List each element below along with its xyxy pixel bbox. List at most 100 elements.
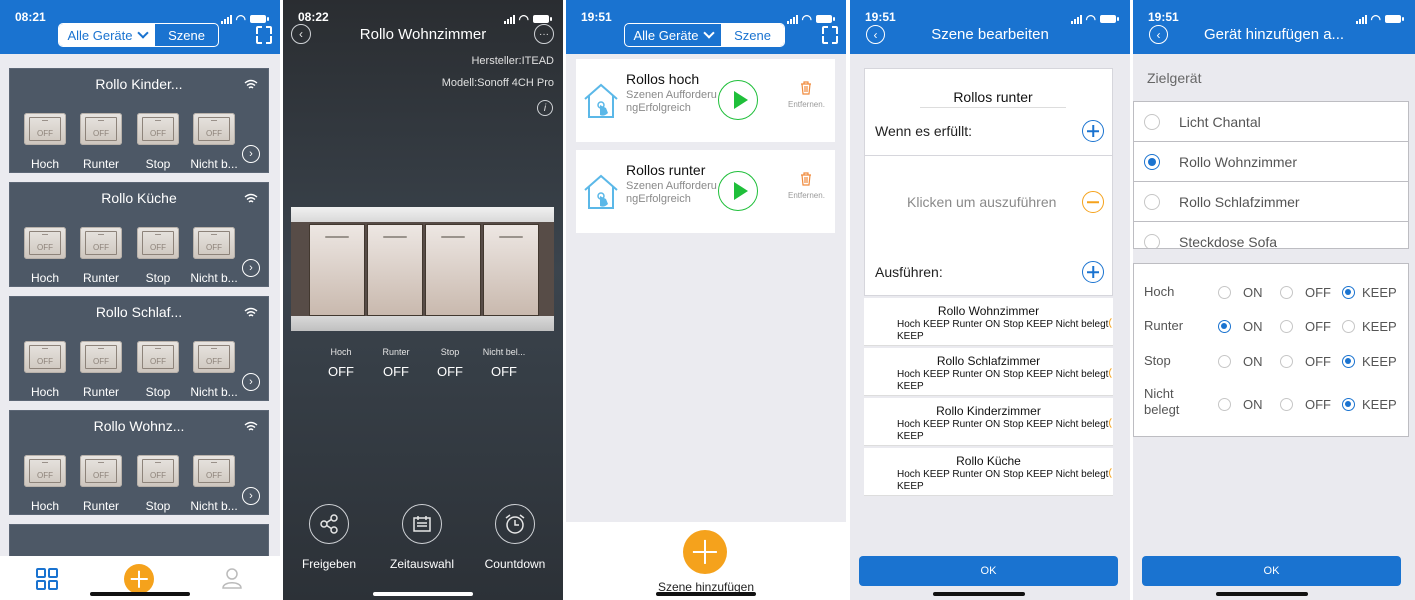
option-radio[interactable] [1342, 398, 1355, 411]
device-option[interactable]: Steckdose Sofa [1134, 222, 1408, 249]
option-label: OFF [1305, 397, 1331, 412]
action-row[interactable]: Rollo Kinderzimmer Hoch KEEP Runter ON S… [864, 398, 1113, 446]
more-button[interactable]: ··· [534, 24, 554, 44]
channel-switch[interactable]: OFF [137, 227, 179, 259]
switch-key-4[interactable] [483, 224, 539, 316]
channel-switch[interactable]: OFF [193, 455, 235, 487]
remove-action-icon[interactable] [1109, 416, 1123, 430]
device-option[interactable]: Licht Chantal [1134, 102, 1408, 142]
ok-button[interactable]: OK [1142, 556, 1401, 586]
channel-switch[interactable]: OFF [80, 227, 122, 259]
add-action-button[interactable] [1082, 261, 1104, 283]
tab-all-devices[interactable]: Alle Geräte [59, 24, 155, 46]
remove-action-icon[interactable] [1109, 466, 1123, 480]
chevron-right-icon[interactable]: › [242, 373, 260, 391]
radio-button[interactable] [1144, 154, 1160, 170]
channel-label: Nicht b... [190, 385, 238, 399]
scan-icon[interactable] [254, 24, 274, 46]
switch-key-3[interactable] [425, 224, 481, 316]
switch-state: OFF [85, 345, 117, 369]
channel-switch[interactable]: OFF [193, 227, 235, 259]
tab-scenes[interactable]: Szene [155, 24, 218, 46]
tab-all-devices[interactable]: Alle Geräte [625, 24, 721, 46]
device-card[interactable]: Rollo Kinder... OFF Hoch OFF Runter OFF St… [9, 68, 269, 173]
scene-name-input[interactable]: Rollos runter [920, 89, 1066, 108]
device-card[interactable]: Rollo Küche OFF Hoch OFF Runter OFF Stop OF… [9, 182, 269, 287]
device-card[interactable]: Rollo Schlaf... OFF Hoch OFF Runter OFF St… [9, 296, 269, 401]
chevron-right-icon[interactable]: › [242, 487, 260, 505]
battery-icon [533, 15, 552, 23]
share-icon [320, 514, 338, 534]
profile-icon[interactable] [221, 567, 243, 589]
channel-switch[interactable]: OFF [80, 113, 122, 145]
remove-scene-button[interactable]: Entfernen. [788, 99, 828, 110]
action-row[interactable]: Rollo Küche Hoch KEEP Runter ON Stop KEE… [864, 448, 1113, 496]
option-label: ON [1243, 285, 1263, 300]
option-radio[interactable] [1280, 355, 1293, 368]
channel-switch[interactable]: OFF [137, 341, 179, 373]
channel-switch[interactable]: OFF [193, 113, 235, 145]
channel-switch[interactable]: OFF [24, 113, 66, 145]
remove-action-icon[interactable] [1109, 366, 1123, 380]
option-radio[interactable] [1280, 320, 1293, 333]
switch-key-1[interactable] [309, 224, 365, 316]
scene-card[interactable]: Rollos hoch Szenen AufforderungErfolgrei… [576, 59, 835, 142]
channel-switch[interactable]: OFF [24, 341, 66, 373]
channel-label: Hoch [330, 347, 352, 357]
device-option[interactable]: Rollo Schlafzimmer [1134, 182, 1408, 222]
action-row[interactable]: Rollo Schlafzimmer Hoch KEEP Runter ON S… [864, 348, 1113, 396]
channel-switch[interactable]: OFF [80, 341, 122, 373]
radio-button[interactable] [1144, 114, 1160, 130]
device-card[interactable]: Rollo Wohnz... OFF Hoch OFF Runter OFF Sto… [9, 410, 269, 515]
run-scene-button[interactable] [718, 171, 758, 211]
action-row[interactable]: Rollo Wohnzimmer Hoch KEEP Runter ON Sto… [864, 298, 1113, 346]
remove-condition-button[interactable] [1082, 191, 1104, 213]
ok-button[interactable]: OK [859, 556, 1118, 586]
add-condition-button[interactable] [1082, 120, 1104, 142]
option-radio[interactable] [1218, 398, 1231, 411]
condition-label: Wenn es erfüllt: [875, 123, 973, 139]
channel-switch[interactable]: OFF [193, 341, 235, 373]
device-title: Rollo Wohnzimmer [359, 26, 487, 43]
devices-grid-icon[interactable] [36, 568, 58, 590]
device-option-name: Steckdose Sofa [1179, 234, 1278, 249]
option-radio[interactable] [1218, 320, 1231, 333]
channel-switch[interactable]: OFF [24, 227, 66, 259]
chevron-right-icon[interactable]: › [242, 259, 260, 277]
scene-card[interactable]: Rollos runter Szenen AufforderungErfolgr… [576, 150, 835, 233]
condition-value[interactable]: Klicken um auszuführen [907, 194, 1056, 210]
wifi-icon: ◠ [1085, 12, 1096, 26]
option-radio[interactable] [1342, 286, 1355, 299]
radio-button[interactable] [1144, 194, 1160, 210]
option-radio[interactable] [1342, 320, 1355, 333]
home-indicator [933, 592, 1025, 596]
scan-icon[interactable] [820, 24, 840, 46]
device-option[interactable]: Rollo Wohnzimmer [1134, 142, 1408, 182]
channel-switch[interactable]: OFF [137, 455, 179, 487]
option-label: KEEP [1362, 285, 1397, 300]
radio-button[interactable] [1144, 234, 1160, 248]
device-name: Rollo Kinder... [95, 76, 183, 92]
info-button[interactable]: i [537, 100, 553, 116]
schedule-button[interactable] [402, 504, 442, 544]
channel-switch[interactable]: OFF [24, 455, 66, 487]
home-indicator [90, 592, 190, 596]
chevron-right-icon[interactable]: › [242, 145, 260, 163]
run-scene-button[interactable] [718, 80, 758, 120]
option-radio[interactable] [1218, 355, 1231, 368]
channel-switch[interactable]: OFF [137, 113, 179, 145]
switch-key-2[interactable] [367, 224, 423, 316]
remove-scene-button[interactable]: Entfernen. [788, 190, 828, 201]
target-device-label: Zielgerät [1147, 70, 1202, 86]
add-scene-button[interactable] [683, 530, 727, 574]
remove-action-icon[interactable] [1109, 316, 1123, 330]
option-radio[interactable] [1342, 355, 1355, 368]
add-device-button[interactable] [124, 564, 154, 594]
share-button[interactable] [309, 504, 349, 544]
tab-scenes[interactable]: Szene [721, 24, 784, 46]
countdown-button[interactable] [495, 504, 535, 544]
channel-switch[interactable]: OFF [80, 455, 122, 487]
option-radio[interactable] [1280, 286, 1293, 299]
option-radio[interactable] [1280, 398, 1293, 411]
option-radio[interactable] [1218, 286, 1231, 299]
